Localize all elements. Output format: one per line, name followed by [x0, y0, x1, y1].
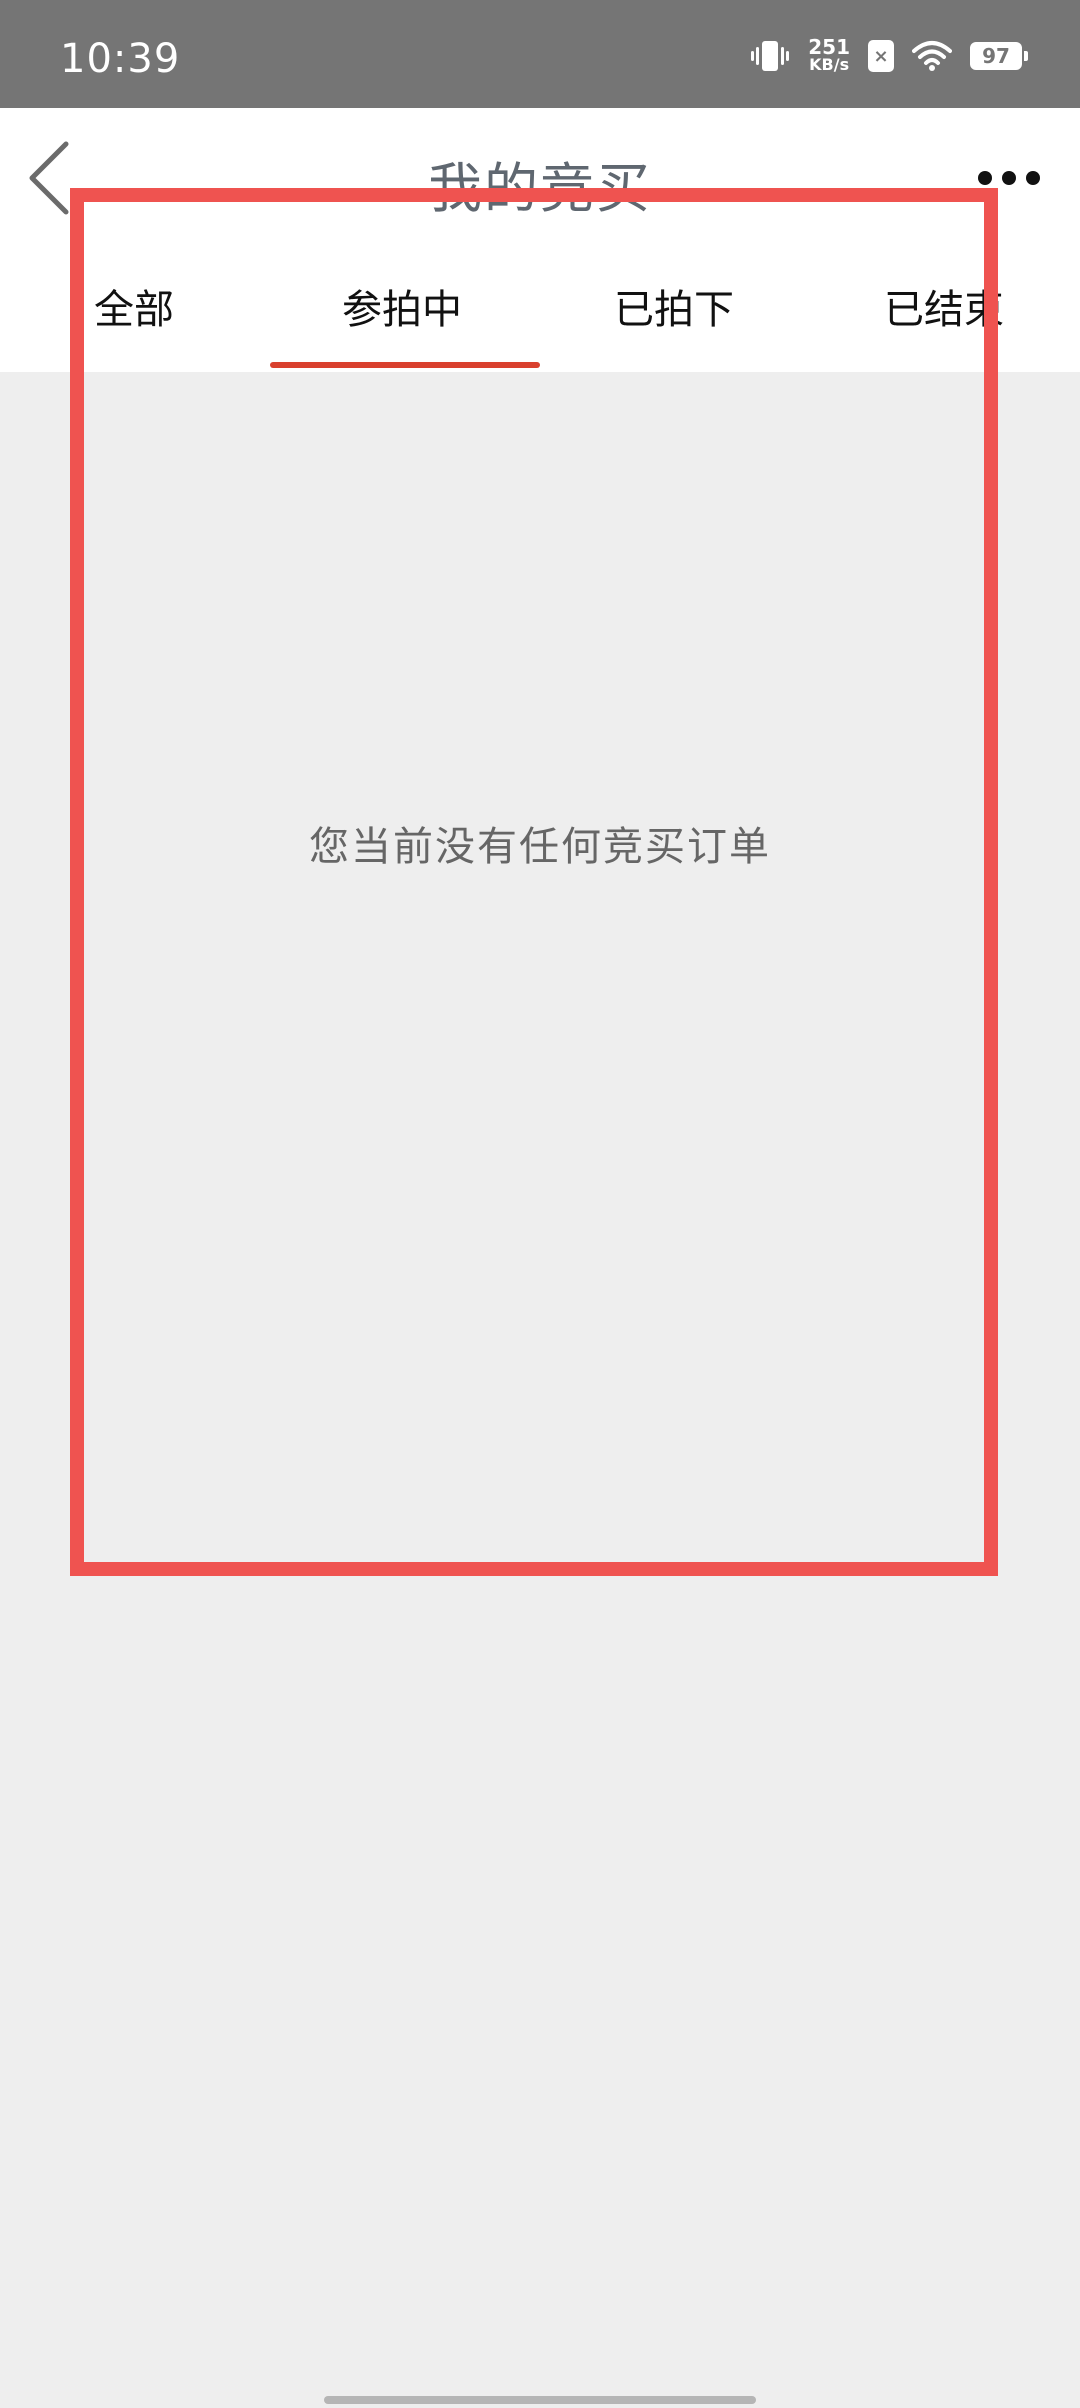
home-indicator[interactable] — [324, 2396, 756, 2404]
tab-won[interactable]: 已拍下 — [614, 268, 734, 372]
tab-indicator — [270, 362, 540, 368]
sim-icon: × — [868, 40, 894, 72]
status-bar: 10:39 251 KB/s × 97 — [0, 0, 1080, 108]
empty-state-message: 您当前没有任何竞买订单 — [309, 824, 771, 870]
status-time: 10:39 — [60, 36, 181, 82]
more-dot-icon — [1002, 171, 1016, 185]
content-area: 您当前没有任何竞买订单 — [0, 372, 1080, 2408]
net-speed-unit: KB/s — [809, 55, 850, 74]
sim-label: × — [873, 45, 889, 67]
tab-bar: 全部 参拍中 已拍下 已结束 — [0, 268, 1080, 372]
battery-level: 97 — [982, 44, 1010, 68]
status-icons: 251 KB/s × 97 — [750, 34, 1028, 78]
page-title: 我的竞买 — [428, 157, 652, 220]
net-speed: 251 KB/s — [808, 35, 850, 74]
tab-ended[interactable]: 已结束 — [884, 268, 1004, 372]
more-button[interactable] — [978, 168, 1040, 188]
net-speed-value: 251 — [808, 35, 850, 59]
battery-icon: 97 — [970, 42, 1028, 70]
tab-bidding[interactable]: 参拍中 — [342, 268, 462, 372]
wifi-icon — [912, 41, 952, 71]
more-dot-icon — [978, 171, 992, 185]
header: 我的竞买 全部 参拍中 已拍下 已结束 — [0, 108, 1080, 372]
more-dot-icon — [1026, 171, 1040, 185]
vibrate-icon — [751, 41, 790, 71]
tab-all[interactable]: 全部 — [94, 268, 174, 372]
